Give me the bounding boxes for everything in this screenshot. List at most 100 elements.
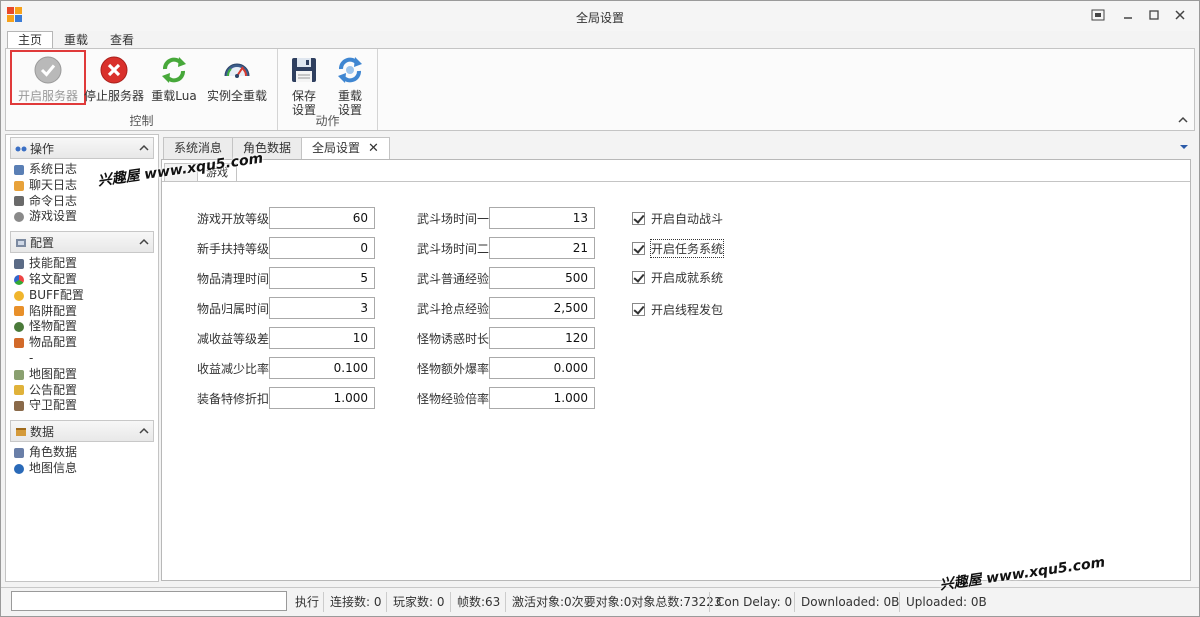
- chat-icon: [14, 180, 24, 191]
- field-row-reward-reduction-rate: 收益减少比率: [197, 357, 375, 379]
- execute-button[interactable]: 执行: [289, 592, 325, 612]
- arena-time-1-input[interactable]: [489, 207, 595, 229]
- monster-icon: [14, 322, 24, 333]
- nav-group-data-title: 数据: [30, 424, 55, 439]
- arena-time-2-input[interactable]: [489, 237, 595, 259]
- repair-discount-input[interactable]: [269, 387, 375, 409]
- nav-item-buff-config[interactable]: BUFF配置: [6, 288, 158, 304]
- ribbon-panel: 开启服务器 停止服务器 重载Lua 实例全重载 控制 保存 设置 重载 设置 动…: [5, 48, 1195, 131]
- start-server-button[interactable]: 开启服务器: [12, 53, 84, 103]
- skill-icon: [14, 259, 24, 270]
- field-row-monster-lure-duration: 怪物诱惑时长: [417, 327, 595, 349]
- chevron-up-icon[interactable]: [1178, 114, 1188, 127]
- reload-settings-button[interactable]: 重载 设置: [330, 53, 370, 117]
- item-cleanup-time-input[interactable]: [269, 267, 375, 289]
- monster-lure-duration-input[interactable]: [489, 327, 595, 349]
- nav-item-item-config[interactable]: 物品配置: [6, 335, 158, 351]
- ribbon-group-action-label: 动作: [315, 114, 340, 128]
- checkbox-auto-battle[interactable]: 开启自动战斗: [632, 209, 723, 227]
- nav-group-config-header[interactable]: 配置: [10, 231, 154, 254]
- nav-group-operations-header[interactable]: 操作: [10, 137, 154, 159]
- nav-item-skill-config[interactable]: 技能配置: [6, 256, 158, 272]
- checkbox-achievement-system[interactable]: 开启成就系统: [632, 268, 723, 286]
- tab-global-settings[interactable]: 全局设置 ✕: [301, 137, 390, 159]
- achievement-system-checkbox[interactable]: [632, 270, 645, 284]
- chevron-up-icon[interactable]: [135, 425, 153, 438]
- map-icon: [14, 369, 24, 380]
- open-level-label: 游戏开放等级: [197, 211, 270, 226]
- open-level-input[interactable]: [269, 207, 375, 229]
- ribbon-tab-home[interactable]: 主页: [7, 31, 54, 49]
- reload-lua-button[interactable]: 重载Lua: [148, 53, 200, 103]
- field-row-monster-extra-drop: 怪物额外爆率: [417, 357, 595, 379]
- game-settings-form: 游戏开放等级 新手扶持等级 物品清理时间 物品归属时间 减收益等级差: [162, 181, 1190, 580]
- ribbon-tab-view[interactable]: 查看: [99, 31, 145, 49]
- tab-list-dropdown-icon[interactable]: [1179, 142, 1189, 153]
- nav-group-config-items: 技能配置 铭文配置 BUFF配置 陷阱配置 怪物配置 物品配置 - 地图配置 公…: [6, 253, 158, 418]
- quest-system-checkbox[interactable]: [632, 241, 645, 255]
- command-icon: [14, 196, 24, 207]
- achievement-system-label: 开启成就系统: [651, 270, 724, 285]
- checkbox-quest-system[interactable]: 开启任务系统: [632, 238, 725, 258]
- nav-item-inscription-config[interactable]: 铭文配置: [6, 272, 158, 288]
- reward-reduction-rate-input[interactable]: [269, 357, 375, 379]
- nav-item-character-data[interactable]: 角色数据: [6, 445, 158, 461]
- checkbox-thread-packets[interactable]: 开启线程发包: [632, 300, 723, 318]
- arena-capture-exp-label: 武斗抢点经验: [417, 301, 490, 316]
- item-cleanup-time-label: 物品清理时间: [197, 271, 270, 286]
- data-icon: [15, 426, 27, 437]
- nav-item-trap-config[interactable]: 陷阱配置: [6, 304, 158, 320]
- window-title: 全局设置: [575, 11, 624, 25]
- chevron-up-icon[interactable]: [135, 236, 153, 249]
- save-settings-label-1: 保存: [291, 89, 316, 103]
- nav-item-separator: -: [29, 350, 34, 365]
- nav-item-announcement-config[interactable]: 公告配置: [6, 383, 158, 399]
- minimize-button[interactable]: [1119, 7, 1137, 23]
- gear-icon: [14, 212, 24, 223]
- thread-packets-checkbox[interactable]: [632, 302, 645, 316]
- newbie-level-input[interactable]: [269, 237, 375, 259]
- nav-item-map-info[interactable]: 地图信息: [6, 461, 158, 477]
- reload-settings-icon: [335, 55, 365, 85]
- stop-x-icon: [99, 55, 129, 85]
- monster-extra-drop-input[interactable]: [489, 357, 595, 379]
- nav-item-game-settings[interactable]: 游戏设置: [6, 209, 158, 225]
- status-objects: 激活对象:0次要对象:0对象总数:73223: [505, 592, 728, 612]
- reload-all-instances-button[interactable]: 实例全重载: [202, 53, 272, 103]
- status-players: 玩家数: 0: [386, 592, 451, 612]
- auto-battle-label: 开启自动战斗: [651, 211, 724, 226]
- nav-item-map-config[interactable]: 地图配置: [6, 367, 158, 383]
- item-ownership-time-label: 物品归属时间: [197, 301, 270, 316]
- ribbon-tab-reload[interactable]: 重载: [53, 31, 99, 49]
- arena-time-1-label: 武斗场时间一: [417, 211, 490, 226]
- close-icon[interactable]: ✕: [368, 141, 379, 156]
- reload-lua-label: 重载Lua: [151, 89, 197, 103]
- globe-icon: [14, 463, 24, 474]
- status-connections: 连接数: 0: [323, 592, 388, 612]
- command-input[interactable]: [11, 591, 287, 611]
- nav-group-data-header[interactable]: 数据: [10, 420, 154, 443]
- ribbon-group-control: 开启服务器 停止服务器 重载Lua 实例全重载 控制: [6, 49, 278, 130]
- save-settings-button[interactable]: 保存 设置: [284, 53, 324, 117]
- monster-exp-rate-input[interactable]: [489, 387, 595, 409]
- status-con-delay: Con Delay: 0: [709, 592, 798, 612]
- announcement-icon: [14, 385, 24, 396]
- chevron-up-icon[interactable]: [135, 142, 153, 155]
- nav-item-guard-config[interactable]: 守卫配置: [6, 398, 158, 414]
- arena-normal-exp-input[interactable]: [489, 267, 595, 289]
- maximize-button[interactable]: [1145, 7, 1163, 23]
- nav-item-monster-config[interactable]: 怪物配置: [6, 319, 158, 335]
- item-ownership-time-input[interactable]: [269, 297, 375, 319]
- arena-capture-exp-input[interactable]: [489, 297, 595, 319]
- ribbon-tabs: 主页 重载 查看: [7, 31, 145, 49]
- field-row-item-ownership-time: 物品归属时间: [197, 297, 375, 319]
- field-row-item-cleanup-time: 物品清理时间: [197, 267, 375, 289]
- field-row-arena-time-2: 武斗场时间二: [417, 237, 595, 259]
- nav-item-command-log[interactable]: 命令日志: [6, 194, 158, 210]
- close-button[interactable]: [1171, 7, 1189, 23]
- character-icon: [14, 448, 24, 459]
- auto-battle-checkbox[interactable]: [632, 211, 645, 225]
- screenshot-icon[interactable]: [1089, 7, 1107, 23]
- reward-level-diff-input[interactable]: [269, 327, 375, 349]
- stop-server-button[interactable]: 停止服务器: [80, 53, 148, 103]
